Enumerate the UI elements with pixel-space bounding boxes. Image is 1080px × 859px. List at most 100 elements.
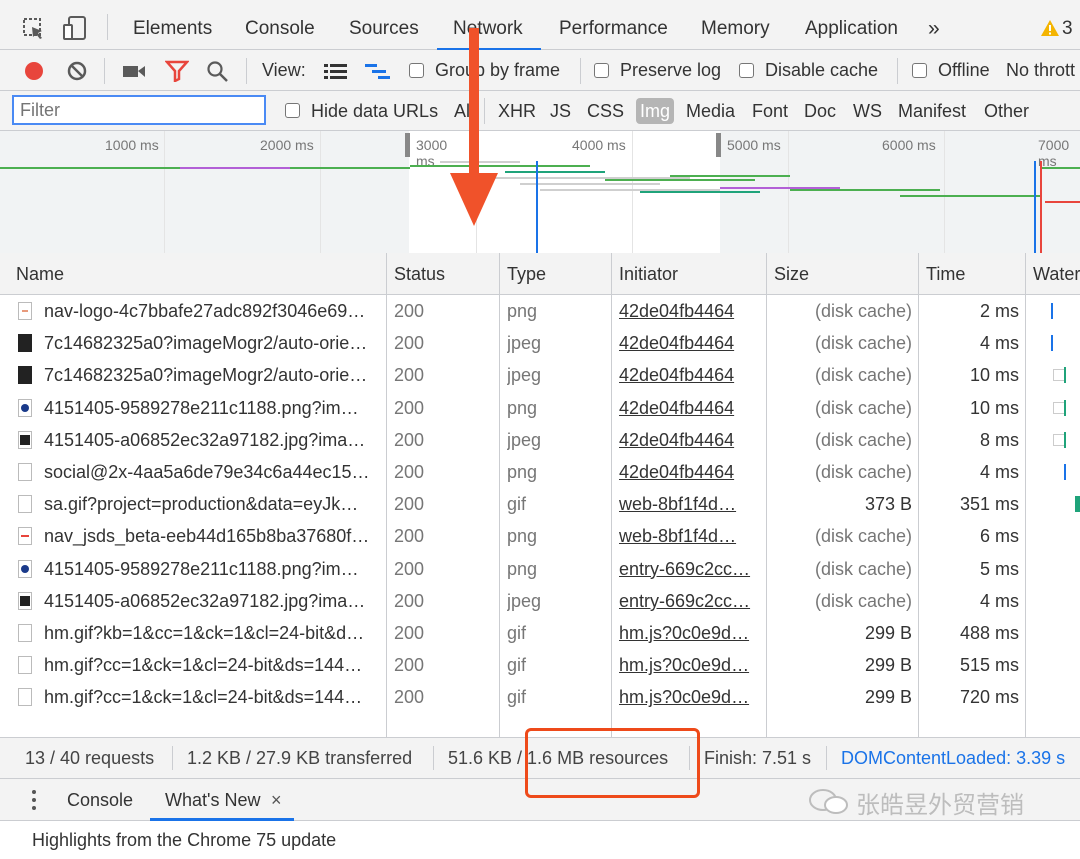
type-filter-doc[interactable]: Doc [804,91,836,131]
initiator-link[interactable]: hm.js?0c0e9d… [619,687,749,707]
tab-elements[interactable]: Elements [133,0,212,50]
preserve-log-checkbox[interactable] [594,63,609,78]
table-row[interactable]: sa.gif?project=production&data=eyJk… 200 g… [0,488,1080,520]
type-filter-font[interactable]: Font [752,91,788,131]
search-icon[interactable] [206,60,230,84]
column-header-size[interactable]: Size [774,253,809,295]
close-icon[interactable]: × [271,779,282,821]
cell-initiator[interactable]: hm.js?0c0e9d… [619,649,761,681]
type-filter-img[interactable]: Img [636,98,675,124]
warning-count[interactable]: 3 [1062,0,1073,50]
watermark-text: 张皓昱外贸营销 [856,792,1024,819]
initiator-link[interactable]: entry-669c2cc… [619,559,750,579]
initiator-link[interactable]: entry-669c2cc… [619,591,750,611]
table-row[interactable]: hm.gif?cc=1&ck=1&cl=24-bit&ds=144… 200 gif… [0,681,1080,713]
grid-line [788,131,789,253]
type-filter-media[interactable]: Media [686,91,735,131]
hide-data-urls-checkbox[interactable] [285,103,300,118]
finish-time: Finish: 7.51 s [704,748,812,768]
tab-performance[interactable]: Performance [559,0,668,50]
drawer-tab-whats-new[interactable]: What's New [165,779,260,821]
type-filter-js[interactable]: JS [550,91,571,131]
warning-icon[interactable] [1040,19,1060,37]
clear-icon[interactable] [66,60,88,82]
filter-icon[interactable] [165,60,189,82]
preserve-log-label[interactable]: Preserve log [620,50,721,91]
column-header-type[interactable]: Type [507,253,546,295]
column-header-status[interactable]: Status [394,253,445,295]
cell-initiator[interactable]: 42de04fb4464 [619,456,761,488]
table-row[interactable]: 4151405-a06852ec32a97182.jpg?ima… 200 jpeg… [0,424,1080,456]
cell-initiator[interactable]: entry-669c2cc… [619,585,761,617]
large-rows-icon[interactable] [323,62,349,80]
offline-label[interactable]: Offline [938,50,990,91]
initiator-link[interactable]: 42de04fb4464 [619,333,734,353]
table-row[interactable]: nav_jsds_beta-eeb44d165b8ba37680f… 200 png… [0,520,1080,552]
type-filter-css[interactable]: CSS [587,91,624,131]
filter-input[interactable] [12,95,266,125]
cell-initiator[interactable]: web-8bf1f4d… [619,488,761,520]
tick-label: 4000 ms [572,137,626,153]
table-row[interactable]: 4151405-a06852ec32a97182.jpg?ima… 200 jpeg… [0,585,1080,617]
cell-initiator[interactable]: hm.js?0c0e9d… [619,617,761,649]
type-filter-other[interactable]: Other [984,91,1029,131]
cell-initiator[interactable]: 42de04fb4464 [619,392,761,424]
initiator-link[interactable]: hm.js?0c0e9d… [619,623,749,643]
column-header-initiator[interactable]: Initiator [619,253,678,295]
group-by-frame-checkbox[interactable] [409,63,424,78]
video-capture-icon[interactable] [122,62,146,80]
tab-sources[interactable]: Sources [349,0,419,50]
tab-console[interactable]: Console [245,0,315,50]
initiator-link[interactable]: 42de04fb4464 [619,365,734,385]
table-row[interactable]: nav-logo-4c7bbafe27adc892f3046e69… 200 png… [0,295,1080,327]
cell-initiator[interactable]: 42de04fb4464 [619,295,761,327]
more-tabs-button[interactable]: » [928,0,940,50]
table-row[interactable]: hm.gif?cc=1&ck=1&cl=24-bit&ds=144… 200 gif… [0,649,1080,681]
initiator-link[interactable]: web-8bf1f4d… [619,526,736,546]
cell-initiator[interactable]: entry-669c2cc… [619,553,761,585]
network-overview[interactable]: 1000 ms 2000 ms 3000 ms 4000 ms 5000 ms … [0,131,1080,254]
initiator-link[interactable]: 42de04fb4464 [619,462,734,482]
initiator-link[interactable]: hm.js?0c0e9d… [619,655,749,675]
table-row[interactable]: 7c14682325a0?imageMogr2/auto-orie… 200 jpe… [0,327,1080,359]
overview-left-handle[interactable] [405,133,410,157]
cell-initiator[interactable]: web-8bf1f4d… [619,520,761,552]
cell-size: 373 B [864,494,912,515]
tab-application[interactable]: Application [805,0,898,50]
disable-cache-label[interactable]: Disable cache [765,50,878,91]
column-header-waterfall[interactable]: Waterfall [1033,253,1080,295]
record-icon[interactable] [23,60,45,82]
hide-data-urls-label[interactable]: Hide data URLs [311,91,438,131]
type-filter-manifest[interactable]: Manifest [898,91,966,131]
column-header-name[interactable]: Name [16,253,64,295]
table-row[interactable]: social@2x-4aa5a6de79e34c6a44ec15… 200 png 4… [0,456,1080,488]
drawer-tab-console[interactable]: Console [67,779,133,821]
initiator-link[interactable]: 42de04fb4464 [619,301,734,321]
initiator-link[interactable]: web-8bf1f4d… [619,494,736,514]
cell-initiator[interactable]: 42de04fb4464 [619,424,761,456]
offline-checkbox[interactable] [912,63,927,78]
inspect-element-icon[interactable] [22,17,46,41]
initiator-link[interactable]: 42de04fb4464 [619,398,734,418]
tick-label: 7000 ms [1038,137,1070,169]
throttling-select[interactable]: No thrott [1006,50,1075,91]
type-filter-ws[interactable]: WS [853,91,882,131]
column-header-time[interactable]: Time [926,253,965,295]
cell-initiator[interactable]: hm.js?0c0e9d… [619,681,761,713]
initiator-link[interactable]: 42de04fb4464 [619,430,734,450]
table-row[interactable]: 4151405-9589278e211c1188.png?im… 200 png 42… [0,392,1080,424]
device-toolbar-icon[interactable] [62,15,90,43]
tab-memory[interactable]: Memory [701,0,770,50]
table-row[interactable]: hm.gif?kb=1&cc=1&ck=1&cl=24-bit&d… 200 gif… [0,617,1080,649]
table-row[interactable]: 7c14682325a0?imageMogr2/auto-orie… 200 jpe… [0,359,1080,391]
type-filter-xhr[interactable]: XHR [498,91,536,131]
disable-cache-checkbox[interactable] [739,63,754,78]
file-icon [18,495,32,514]
table-row[interactable]: 4151405-9589278e211c1188.png?im… 200 png en… [0,553,1080,585]
overview-waterfall-icon[interactable] [364,62,392,80]
cell-initiator[interactable]: 42de04fb4464 [619,359,761,391]
drawer-menu-icon[interactable] [30,789,38,811]
waterfall-bar [1051,335,1053,352]
cell-initiator[interactable]: 42de04fb4464 [619,327,761,359]
overview-right-handle[interactable] [716,133,721,157]
